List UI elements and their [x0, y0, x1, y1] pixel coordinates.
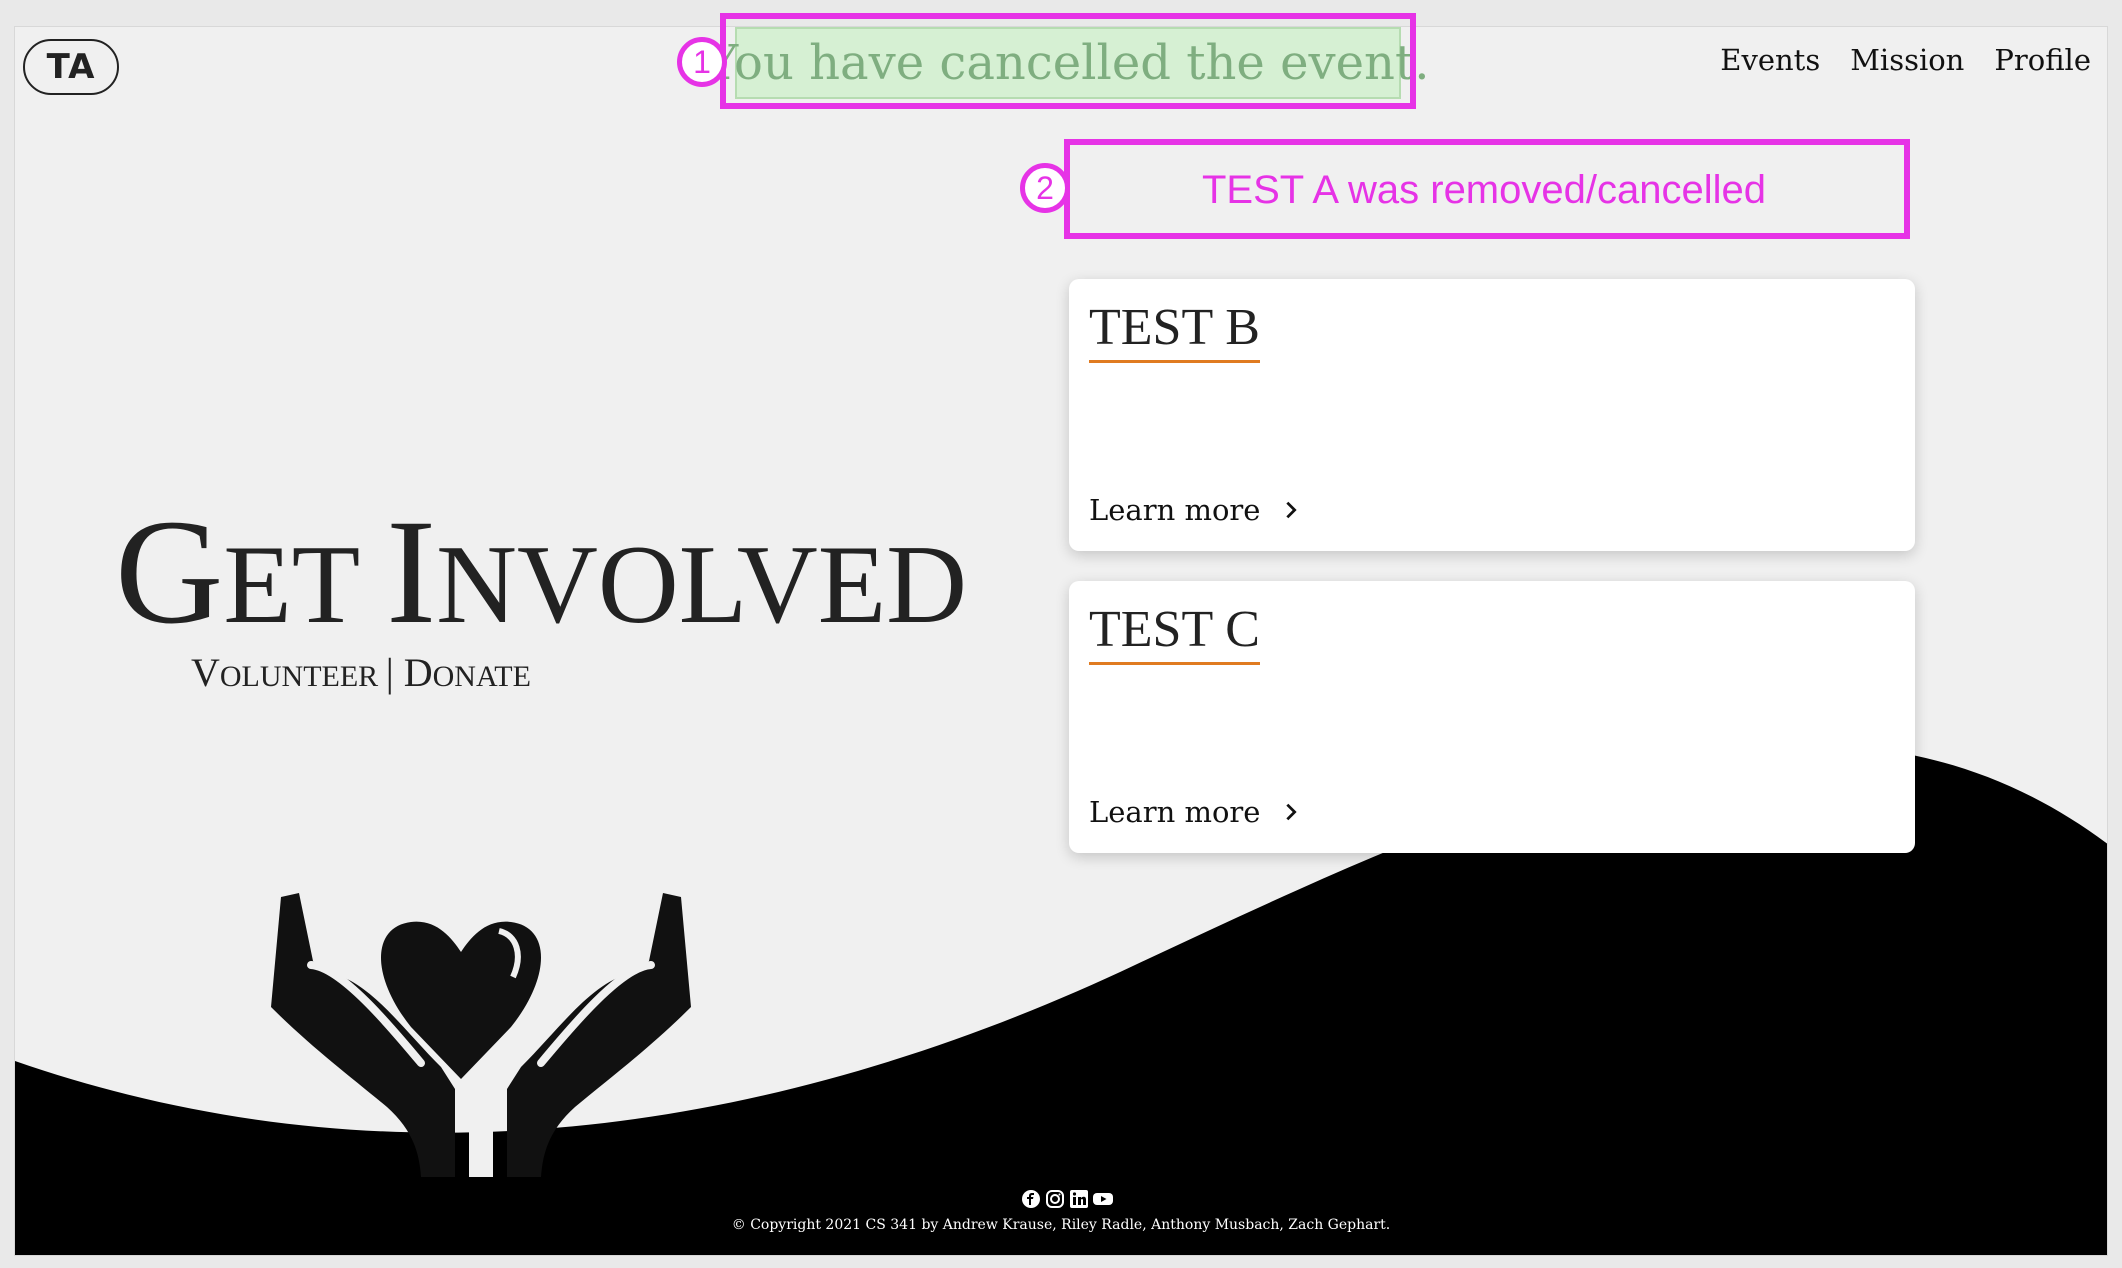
hero-subtitle-part: |	[385, 650, 404, 695]
annotation-box-1	[720, 13, 1416, 109]
logo[interactable]: TA	[23, 39, 119, 95]
main-nav: Events Mission Profile	[1720, 43, 2091, 77]
learn-more-link[interactable]: Learn more	[1089, 795, 1302, 829]
learn-more-label: Learn more	[1089, 795, 1261, 829]
hero-subtitle-part: ONATE	[432, 660, 531, 693]
hero-subtitle-part: V	[191, 650, 220, 695]
youtube-icon[interactable]	[1093, 1189, 1113, 1209]
social-links	[1021, 1189, 1113, 1209]
nav-mission[interactable]: Mission	[1850, 43, 1964, 77]
hero-title-part: G	[115, 489, 224, 655]
linkedin-icon[interactable]	[1069, 1189, 1089, 1209]
nav-events[interactable]: Events	[1720, 43, 1820, 77]
hero-title-part: ET	[223, 523, 387, 647]
learn-more-link[interactable]: Learn more	[1089, 493, 1302, 527]
annotation-box-2	[1064, 139, 1910, 239]
chevron-right-icon	[1286, 803, 1298, 821]
hero-subtitle: VOLUNTEER | DONATE	[191, 653, 531, 693]
event-title: TEST B	[1089, 299, 1260, 364]
facebook-icon[interactable]	[1021, 1189, 1041, 1209]
hero-title-part: NVOLVED	[436, 523, 968, 647]
copyright-text: © Copyright 2021 CS 341 by Andrew Krause…	[731, 1217, 1391, 1233]
event-card[interactable]: TEST C Learn more	[1069, 581, 1915, 853]
event-card[interactable]: TEST B Learn more	[1069, 279, 1915, 551]
instagram-icon[interactable]	[1045, 1189, 1065, 1209]
learn-more-label: Learn more	[1089, 493, 1261, 527]
chevron-right-icon	[1286, 501, 1298, 519]
annotation-badge-1: 1	[677, 37, 727, 87]
hero-subtitle-part: OLUNTEER	[219, 660, 386, 693]
nav-profile[interactable]: Profile	[1994, 43, 2091, 77]
hero-title-part: I	[386, 489, 437, 655]
event-title: TEST C	[1089, 601, 1260, 666]
hero-subtitle-part: D	[403, 650, 433, 695]
hands-heart-illustration	[271, 893, 691, 1177]
annotation-badge-2: 2	[1020, 163, 1070, 213]
hero-title: GET INVOLVED	[115, 497, 967, 647]
